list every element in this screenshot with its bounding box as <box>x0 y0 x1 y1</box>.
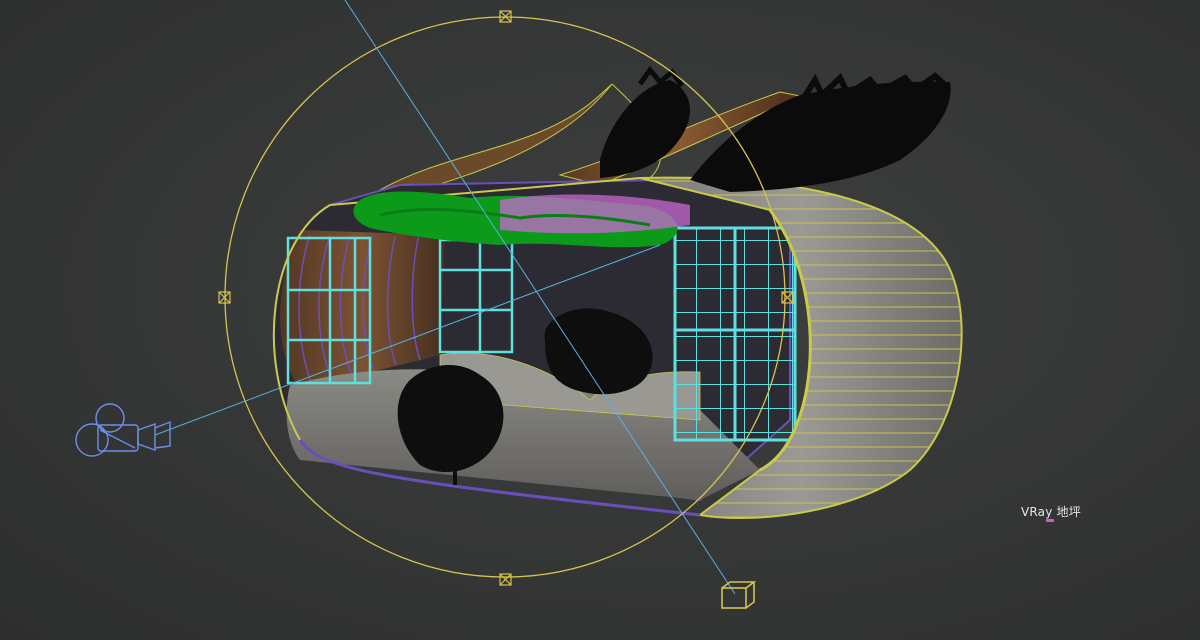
vray-floor-label[interactable]: VRay 地坪 <box>1021 503 1081 520</box>
3d-viewport[interactable]: VRay 地坪 <box>0 0 1200 640</box>
camera-icon[interactable] <box>75 403 171 457</box>
planting-roof[interactable] <box>600 65 951 192</box>
floor-marker-icon <box>1046 519 1054 522</box>
window-right[interactable] <box>673 226 797 442</box>
scene-canvas[interactable] <box>0 0 1200 640</box>
target-box-icon[interactable] <box>721 581 757 609</box>
